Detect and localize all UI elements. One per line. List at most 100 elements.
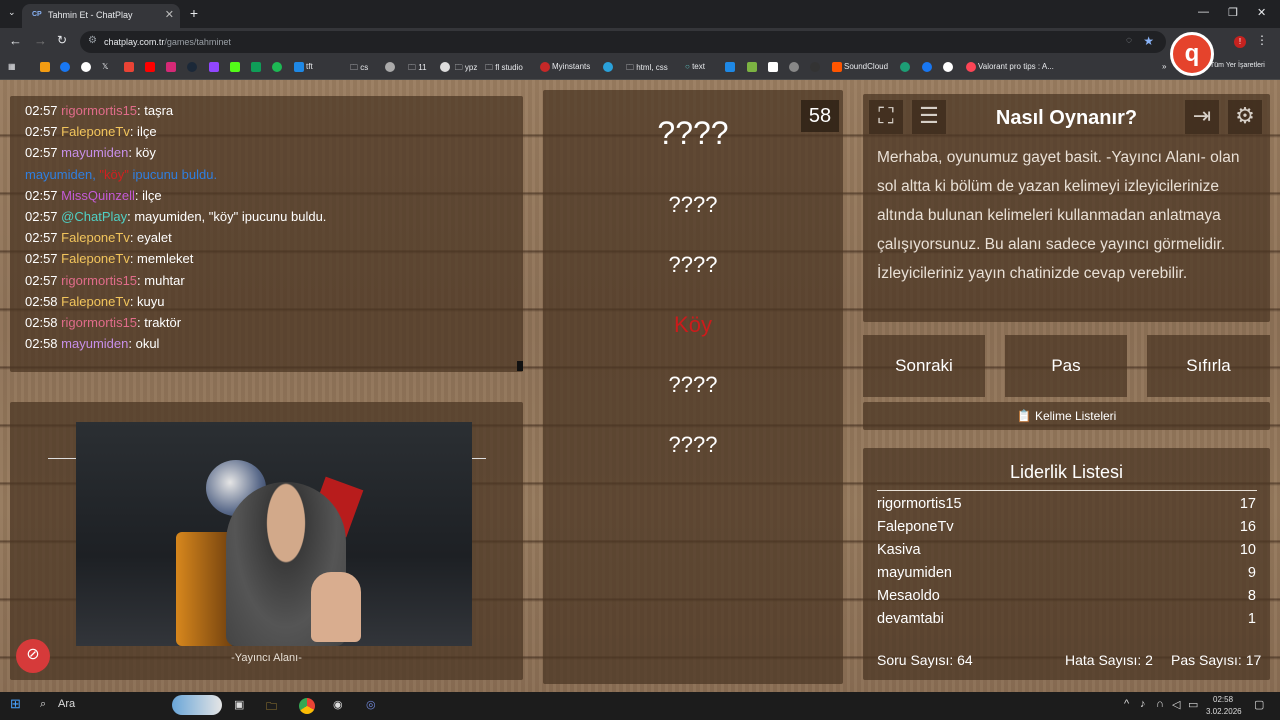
block-icon[interactable]: ⊘ (16, 639, 50, 673)
bookmark-sheets-icon[interactable] (251, 62, 263, 72)
bookmark-kick-icon[interactable] (230, 62, 242, 72)
minimize-icon[interactable]: — (1198, 6, 1209, 18)
close-window-icon[interactable]: ✕ (1257, 6, 1266, 19)
update-alert-icon[interactable]: ! (1234, 36, 1246, 48)
how-to-play-text: Merhaba, oyunumuz gayet basit. -Yayıncı … (877, 149, 1240, 282)
bookmark-notion-icon[interactable] (768, 62, 780, 72)
new-tab-button[interactable]: + (186, 6, 202, 22)
forward-icon[interactable]: → (34, 33, 47, 48)
chat-time: 02:58 (25, 293, 58, 309)
leaderboard-title: Liderlik Listesi (1009, 462, 1124, 482)
chrome-icon[interactable] (299, 698, 315, 714)
reload-icon[interactable]: ↻ (57, 33, 67, 47)
chat-scrollbar[interactable] (517, 361, 523, 371)
bookmark-steam-icon[interactable] (187, 62, 199, 72)
chat-text: : muhtar (137, 272, 185, 288)
bookmark-folder-html-css[interactable]: 🗀 html, css (626, 62, 668, 76)
windows-taskbar: ⊞ ⌕ Ara ▣ 🗀 ◉ ◎ ^ ♪ ∩ ◁ ▭ 02:58 3.02.202… (0, 692, 1280, 720)
bookmark-telegram-icon[interactable] (603, 62, 615, 72)
bookmark-myinstants[interactable]: Myinstants (540, 62, 590, 72)
bookmark-x-icon[interactable]: 𝕏 (102, 62, 108, 71)
tab-title: Tahmin Et - ChatPlay (48, 10, 133, 20)
chat-time: 02:57 (25, 124, 58, 140)
menu-icon[interactable]: ⋮ (1256, 33, 1268, 47)
bookmark-github-icon[interactable] (810, 62, 822, 72)
eye-off-icon[interactable]: ◌ (1126, 35, 1132, 46)
bookmark-youtube-icon[interactable] (145, 62, 157, 72)
bookmark-facebook-icon[interactable] (60, 62, 72, 72)
apps-icon[interactable]: ▦ (8, 62, 16, 71)
streamer-hand (311, 572, 361, 642)
bookmark-globe-icon[interactable] (385, 62, 397, 72)
mic-icon[interactable]: ♪ (1140, 698, 1146, 710)
bookmarks-overflow-icon[interactable]: » (1162, 62, 1166, 71)
word-lists-button[interactable]: 📋 Kelime Listeleri (863, 402, 1270, 430)
bookmark-folder-cs[interactable]: 🗀 cs (350, 62, 368, 76)
bookmark-text[interactable]: ○ text (685, 62, 705, 71)
chat-message: 02:57 FaleponeTv: eyalet (25, 227, 523, 248)
tray-chevron-icon[interactable]: ^ (1124, 698, 1129, 710)
clipboard-icon: 📋 (1016, 409, 1032, 423)
bookmark-twitch-icon[interactable] (209, 62, 221, 72)
pass-button[interactable]: Pas (1005, 335, 1127, 397)
network-icon[interactable]: ▭ (1188, 698, 1198, 711)
clock-time[interactable]: 02:58 (1213, 695, 1233, 704)
all-bookmarks-folder[interactable]: Tüm Yer İşaretleri (1210, 62, 1265, 69)
tab-bar: ⌄ CP Tahmin Et - ChatPlay ✕ + — ❐ ✕ (0, 0, 1280, 28)
chat-username: rigormortis15 (61, 103, 138, 118)
back-icon[interactable]: ← (9, 33, 22, 48)
bookmark-globe2-icon[interactable] (789, 62, 801, 72)
next-button[interactable]: Sonraki (863, 335, 985, 397)
bookmark-spotify-icon[interactable] (272, 62, 284, 72)
close-tab-icon[interactable]: ✕ (165, 8, 174, 21)
bookmark-folder-fl-studio[interactable]: 🗀 fl studio (485, 62, 523, 76)
bookmark-z-icon[interactable] (747, 62, 759, 72)
headset-icon[interactable]: ∩ (1156, 698, 1164, 710)
task-view-icon[interactable]: ▣ (234, 698, 244, 711)
file-explorer-icon[interactable]: 🗀 (266, 698, 277, 717)
chat-username: mayumiden (61, 145, 129, 161)
hint-word-found: Köy (674, 312, 712, 337)
restore-icon[interactable]: ❐ (1228, 6, 1238, 19)
bookmark-facebook2-icon[interactable] (922, 62, 934, 72)
chat-found-notice: ipucunu buldu. (128, 166, 218, 182)
windows-start-icon[interactable]: ⊞ (10, 696, 21, 712)
bookmark-folder-11[interactable]: 🗀 11 (408, 62, 427, 76)
divider (470, 458, 486, 459)
bookmark-google-icon[interactable] (81, 62, 93, 72)
bookmark-instagram-icon[interactable] (166, 62, 178, 72)
site-info-icon[interactable]: ⚙ (88, 35, 97, 46)
settings-gear-icon[interactable]: ⚙ (1228, 100, 1262, 134)
tab-chatplay[interactable]: CP Tahmin Et - ChatPlay ✕ (22, 4, 180, 28)
bookmark-tft[interactable]: tft (294, 62, 313, 72)
discord-icon[interactable]: ◎ (366, 698, 376, 711)
webcam-video (76, 422, 472, 646)
chat-message: 02:57 FaleponeTv: memleket (25, 248, 523, 269)
bookmark-folder-ypz[interactable]: 🗀 ypz (448, 62, 478, 76)
taskbar-search-icon[interactable]: ⌕ (40, 698, 46, 711)
bookmark-valorant[interactable]: Valorant pro tips : A... (966, 62, 1054, 72)
tab-search-icon[interactable]: ⌄ (8, 7, 16, 18)
bookmark-fire-icon[interactable] (40, 62, 52, 72)
address-bar[interactable]: ⚙ chatplay.com.tr/games/tahminet ◌ ★ (80, 31, 1166, 53)
bookmark-star-icon[interactable]: ★ (1143, 34, 1154, 48)
obs-icon[interactable]: ◉ (333, 698, 343, 711)
notifications-icon[interactable]: ▢ (1254, 698, 1264, 711)
reset-button[interactable]: Sıfırla (1147, 335, 1270, 397)
logout-icon[interactable]: ⇥ (1185, 100, 1219, 134)
chat-message: 02:57 FaleponeTv: ilçe (25, 121, 523, 142)
volume-icon[interactable]: ◁ (1172, 698, 1180, 711)
question-count: Soru Sayısı: 64 (877, 652, 973, 668)
bookmark-soundcloud[interactable]: SoundCloud (832, 62, 888, 72)
chatplay-extension-icon[interactable]: q (1170, 32, 1214, 76)
bookmark-green-icon[interactable] (900, 62, 912, 72)
clock-date[interactable]: 3.02.2026 (1206, 707, 1242, 716)
widget-icon[interactable] (172, 695, 222, 715)
taskbar-search-label[interactable]: Ara (58, 698, 75, 710)
bookmark-gmail-icon[interactable] (124, 62, 136, 72)
bookmark-l-icon[interactable] (725, 62, 737, 72)
chat-username: FaleponeTv (61, 251, 130, 267)
chat-time: 02:58 (25, 336, 58, 352)
chat-username: mayumiden, (25, 166, 100, 182)
bookmark-google2-icon[interactable] (943, 62, 955, 72)
